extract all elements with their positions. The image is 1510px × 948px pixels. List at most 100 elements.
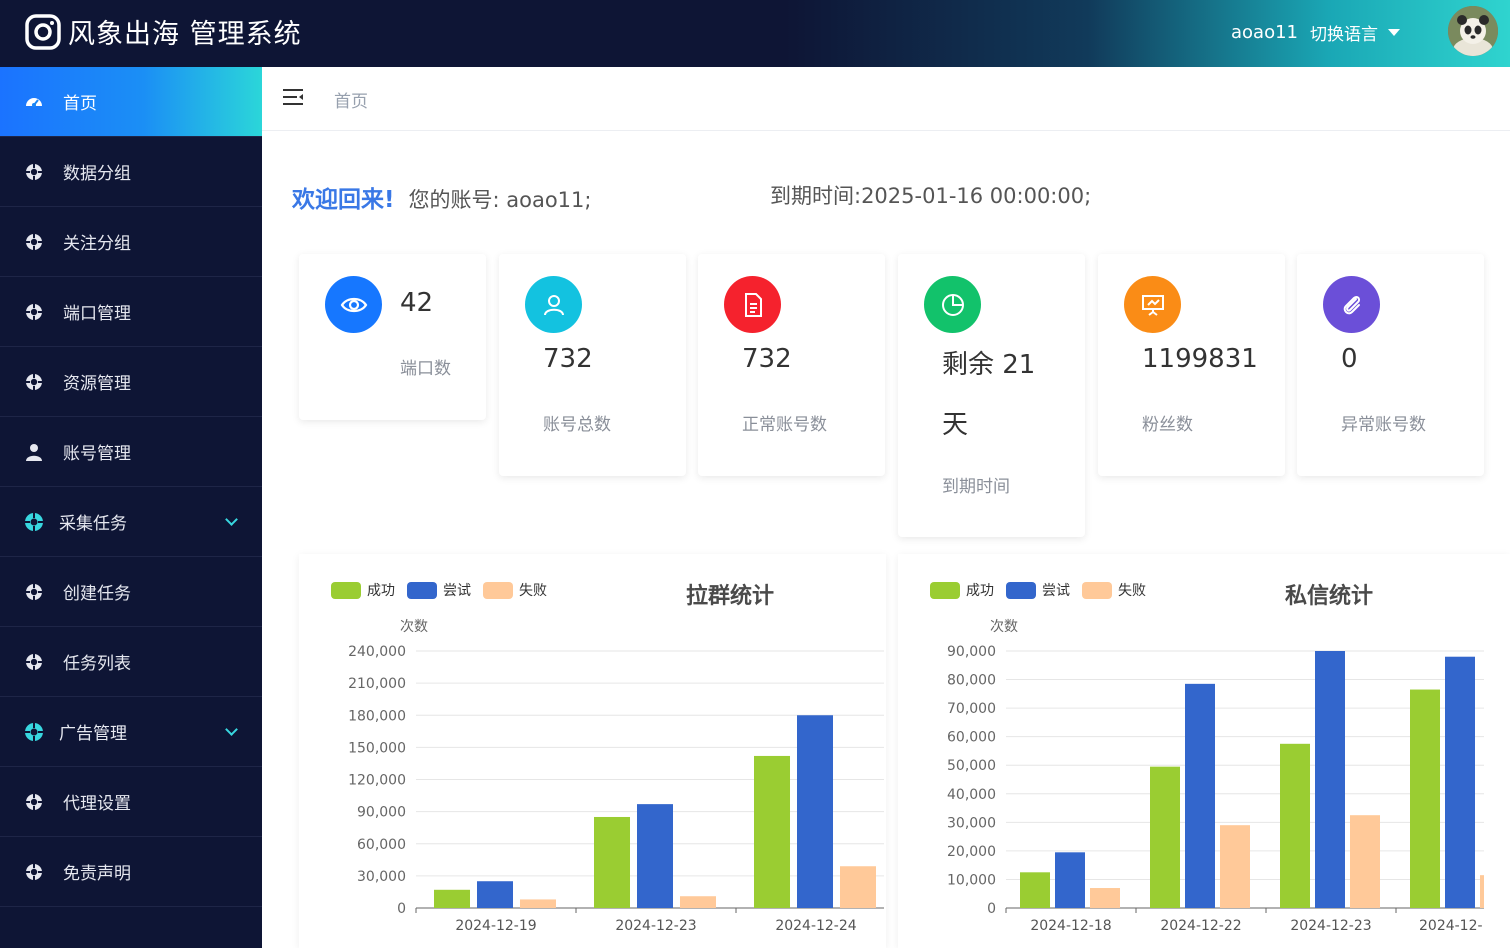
user-outline-icon [525,276,582,333]
presentation-icon [1124,276,1181,333]
stat-value-line2: 天 [942,410,969,440]
language-switch[interactable]: 切换语言 [1310,20,1400,45]
sidebar-item[interactable]: 采集任务 [0,487,262,557]
chevron-down-icon[interactable] [225,513,238,526]
legend-label: 成功 [966,583,994,599]
panda-avatar-icon [1448,6,1498,56]
stat-card-abnormal[interactable]: 0 异常账号数 [1297,254,1484,476]
stat-card-accounts[interactable]: 732 账号总数 [499,254,686,476]
stat-label: 正常账号数 [742,415,827,435]
sidebar-item[interactable]: 广告管理 [0,697,262,767]
language-switch-label: 切换语言 [1310,25,1378,45]
app-logo[interactable]: 风象出海 管理系统 [24,12,302,51]
stat-value: 0 [1341,344,1358,374]
stat-value-line1: 剩余 21 [942,350,1036,380]
document-icon [724,276,781,333]
crosshair-icon [24,792,44,812]
user-name: aoao11 [1231,22,1298,43]
sidebar-item-label: 数据分组 [63,164,131,184]
crosshair-icon [24,162,44,182]
stat-value: 732 [543,344,593,374]
sidebar-item-label: 首页 [63,94,97,114]
stat-value: 42 [400,288,434,318]
sidebar: 首页数据分组关注分组端口管理资源管理账号管理采集任务创建任务任务列表广告管理代理… [0,67,262,948]
legend-label: 失败 [519,583,547,599]
chart-legend[interactable]: 成功 尝试 失败 [331,580,559,600]
paperclip-icon [1323,276,1380,333]
eye-icon [325,276,382,333]
welcome-line: 欢迎回来! 您的账号: aoao11; [292,180,591,214]
user-area: aoao11 切换语言 [1231,20,1400,45]
chevron-down-icon[interactable] [225,723,238,736]
legend-item-fail[interactable]: 失败 [1082,580,1146,600]
sidebar-item[interactable]: 数据分组 [0,137,262,207]
sidebar-item-label: 端口管理 [63,304,131,324]
crosshair-icon [24,721,44,742]
chart-title: 私信统计 [1285,584,1374,609]
legend-swatch [1006,581,1036,599]
sidebar-item[interactable]: 资源管理 [0,347,262,417]
sidebar-item[interactable]: 关注分组 [0,207,262,277]
stat-label: 账号总数 [543,415,611,435]
sidebar-item[interactable]: 免责声明 [0,837,262,907]
account-info: 您的账号: aoao11; [408,188,592,212]
sidebar-item-label: 关注分组 [63,234,131,254]
sidebar-item-label: 免责声明 [63,864,131,884]
legend-item-attempt[interactable]: 尝试 [1006,580,1070,600]
stat-label: 到期时间 [942,477,1010,497]
caret-down-icon [1388,29,1400,36]
sidebar-item[interactable]: 代理设置 [0,767,262,837]
legend-label: 尝试 [1042,583,1070,599]
instagram-icon [25,13,61,50]
top-header: 风象出海 管理系统 aoao11 切换语言 [0,0,1510,67]
sidebar-item-label: 代理设置 [63,794,131,814]
sidebar-item[interactable]: 端口管理 [0,277,262,347]
chart-card-group-stats [299,554,886,948]
legend-label: 尝试 [443,583,471,599]
stat-card-ports[interactable]: 42 端口数 [299,254,486,420]
sidebar-item-label: 创建任务 [63,584,131,604]
welcome-title: 欢迎回来! [292,187,395,213]
pie-chart-icon [924,276,981,333]
breadcrumb[interactable]: 首页 [334,87,368,112]
crosshair-icon [24,232,44,252]
dashboard-icon [24,92,44,112]
sidebar-item-label: 资源管理 [63,374,131,394]
stat-label: 端口数 [400,359,451,379]
menu-fold-icon[interactable] [282,87,304,107]
stat-value: 732 [742,344,792,374]
stat-label: 粉丝数 [1142,415,1193,435]
legend-item-attempt[interactable]: 尝试 [407,580,471,600]
crosshair-icon [24,862,44,882]
crosshair-icon [24,652,44,672]
sidebar-item-label: 任务列表 [63,654,131,674]
legend-item-fail[interactable]: 失败 [483,580,547,600]
legend-swatch [930,581,960,599]
chart-title: 拉群统计 [686,584,775,609]
legend-swatch [331,581,361,599]
legend-swatch [1082,581,1112,599]
legend-label: 失败 [1118,583,1146,599]
sidebar-item-label: 广告管理 [59,724,127,744]
legend-item-success[interactable]: 成功 [331,580,395,600]
sidebar-item[interactable]: 首页 [0,67,262,137]
sidebar-item[interactable]: 创建任务 [0,557,262,627]
stat-card-expire[interactable]: 剩余 21 天 到期时间 [898,254,1085,537]
stat-card-normal-accounts[interactable]: 732 正常账号数 [698,254,885,476]
chart-y-label: 次数 [990,619,1018,635]
user-icon [24,442,44,462]
stat-card-followers[interactable]: 1199831 粉丝数 [1098,254,1285,476]
crosshair-icon [24,372,44,392]
expire-info: 到期时间:2025-01-16 00:00:00; [770,184,1092,208]
crosshair-icon [24,302,44,322]
chart-legend[interactable]: 成功 尝试 失败 [930,580,1158,600]
legend-item-success[interactable]: 成功 [930,580,994,600]
app-title: 风象出海 管理系统 [68,19,302,50]
sidebar-item[interactable]: 任务列表 [0,627,262,697]
sidebar-item[interactable]: 账号管理 [0,417,262,487]
stat-value: 1199831 [1142,344,1258,374]
avatar[interactable] [1448,6,1498,56]
chart-card-dm-stats [898,554,1510,948]
crosshair-icon [24,511,44,532]
sidebar-item-label: 采集任务 [59,514,127,534]
